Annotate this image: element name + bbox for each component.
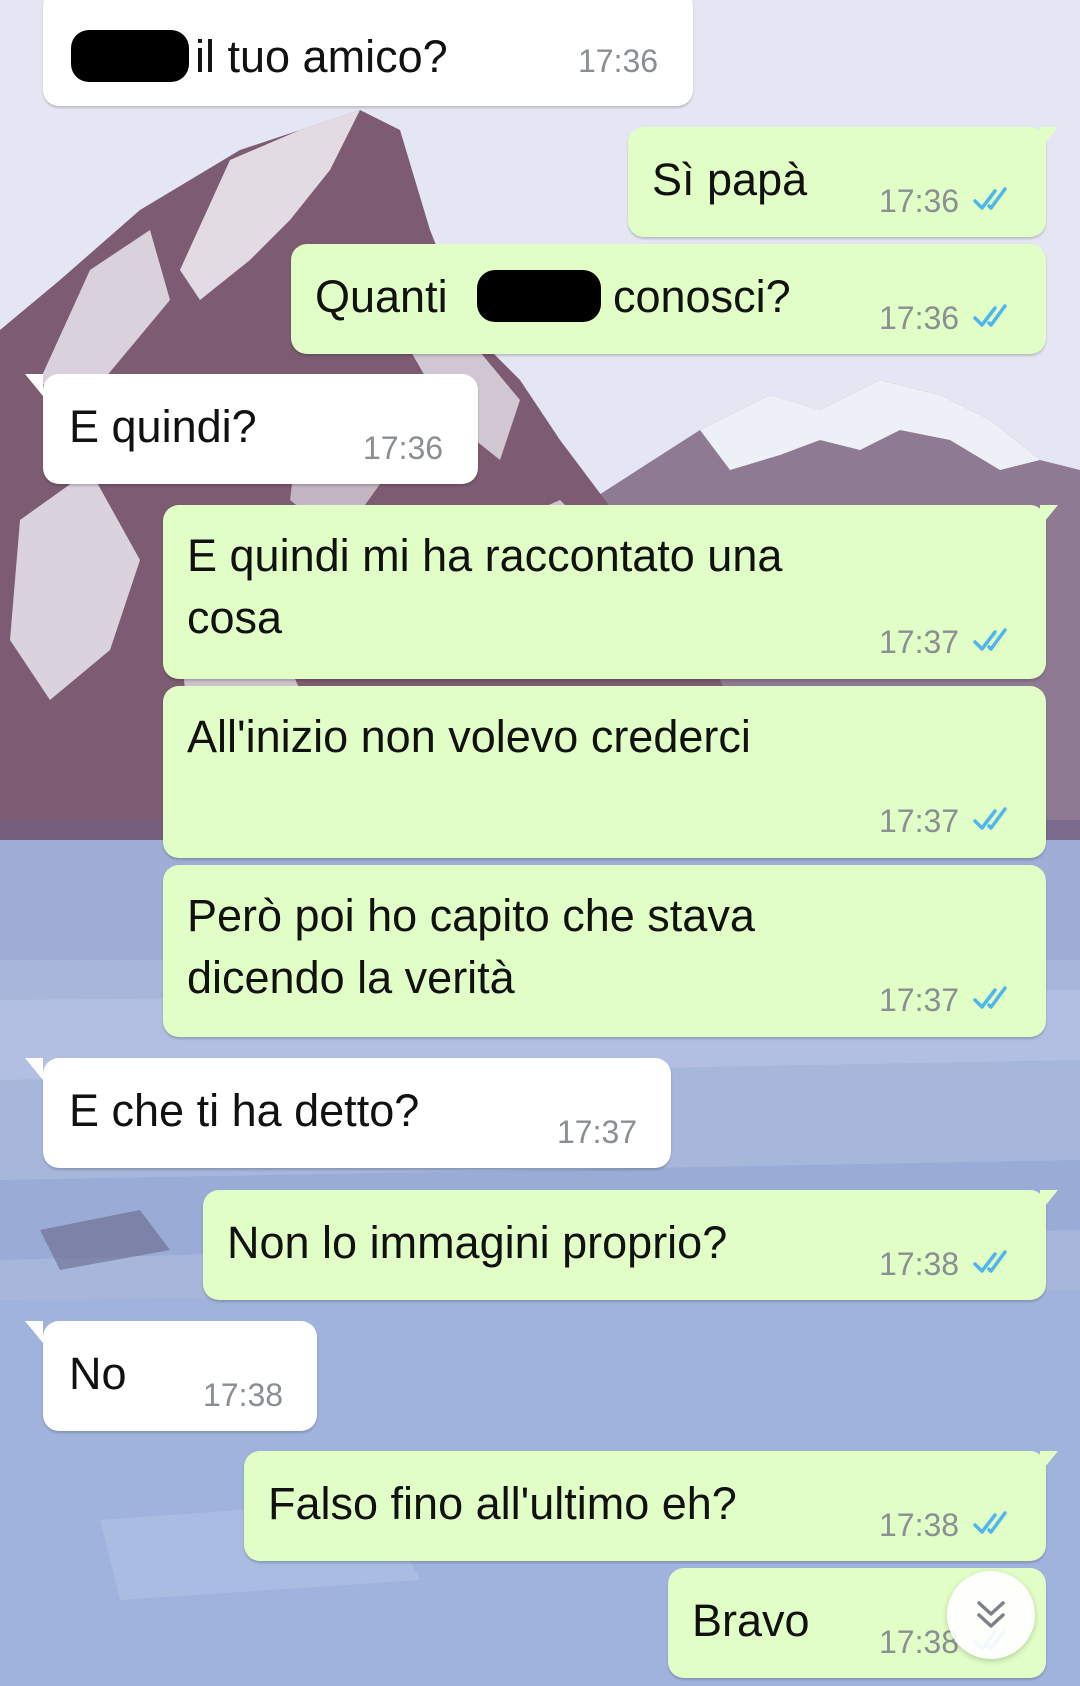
message-timestamp: 17:38 xyxy=(203,1377,284,1413)
message-text: Bravo xyxy=(692,1595,810,1646)
bubble-tail xyxy=(1040,1451,1058,1473)
message-timestamp: 17:36 xyxy=(578,43,659,79)
message-text-after-redaction: conosci? xyxy=(613,271,791,322)
message-timestamp: 17:38 xyxy=(879,1624,960,1660)
scroll-to-bottom-button[interactable] xyxy=(947,1571,1035,1659)
message-text-line-1: E quindi mi ha raccontato una xyxy=(187,530,783,581)
message-outgoing[interactable]: Però poi ho capito che stava dicendo la … xyxy=(163,865,1046,1037)
bubble-tail xyxy=(25,1321,43,1343)
double-check-icon xyxy=(973,1250,1007,1273)
double-check-icon xyxy=(973,1511,1007,1534)
message-timestamp: 17:38 xyxy=(879,1507,960,1543)
double-chevron-down-icon xyxy=(977,1601,1005,1628)
double-check-icon xyxy=(973,187,1007,210)
message-timestamp: 17:37 xyxy=(879,803,960,839)
message-timestamp: 17:36 xyxy=(363,430,444,466)
bubble-tail xyxy=(25,374,43,396)
message-incoming[interactable]: E che ti ha detto? 17:37 xyxy=(43,1058,671,1168)
bubble-tail xyxy=(1040,505,1058,527)
message-outgoing[interactable]: Non lo immagini proprio? 17:38 xyxy=(203,1190,1046,1300)
message-text: Non lo immagini proprio? xyxy=(227,1217,728,1268)
message-incoming[interactable]: E quindi? 17:36 xyxy=(43,374,478,484)
message-outgoing[interactable]: Falso fino all'ultimo eh? 17:38 xyxy=(244,1451,1046,1561)
message-text-line-2: cosa xyxy=(187,592,283,643)
message-outgoing[interactable]: Quanti conosci? 17:36 xyxy=(291,244,1046,354)
message-outgoing[interactable]: All'inizio non volevo crederci 17:37 xyxy=(163,686,1046,858)
message-text: Sì papà xyxy=(652,154,808,205)
double-check-icon xyxy=(973,986,1007,1009)
message-outgoing[interactable]: E quindi mi ha raccontato una cosa 17:37 xyxy=(163,505,1046,679)
message-text: No xyxy=(69,1348,127,1399)
message-text-line-1: Però poi ho capito che stava xyxy=(187,890,755,941)
message-text: E che ti ha detto? xyxy=(69,1085,420,1136)
message-outgoing[interactable]: Sì papà 17:36 xyxy=(628,127,1046,237)
redacted-name xyxy=(477,270,601,322)
double-check-icon xyxy=(973,807,1007,830)
message-incoming[interactable]: il tuo amico? 17:36 xyxy=(43,0,693,106)
bubble-tail xyxy=(1040,1190,1058,1212)
redacted-name xyxy=(71,30,189,82)
message-timestamp: 17:37 xyxy=(557,1114,638,1150)
message-timestamp: 17:37 xyxy=(879,982,960,1018)
message-timestamp: 17:36 xyxy=(879,183,960,219)
message-text: Falso fino all'ultimo eh? xyxy=(268,1478,737,1529)
double-check-icon xyxy=(973,304,1007,327)
bubble-tail xyxy=(25,1058,43,1080)
message-text-before-redaction: Quanti xyxy=(315,271,448,322)
message-text: All'inizio non volevo crederci xyxy=(187,711,751,762)
message-timestamp: 17:36 xyxy=(879,300,960,336)
message-incoming[interactable]: No 17:38 xyxy=(43,1321,317,1431)
message-timestamp: 17:37 xyxy=(879,624,960,660)
message-text-line-2: dicendo la verità xyxy=(187,952,515,1003)
message-timestamp: 17:38 xyxy=(879,1246,960,1282)
message-text: il tuo amico? xyxy=(195,31,448,82)
message-text: E quindi? xyxy=(69,401,257,452)
double-check-icon xyxy=(973,628,1007,651)
bubble-tail xyxy=(1040,127,1058,149)
